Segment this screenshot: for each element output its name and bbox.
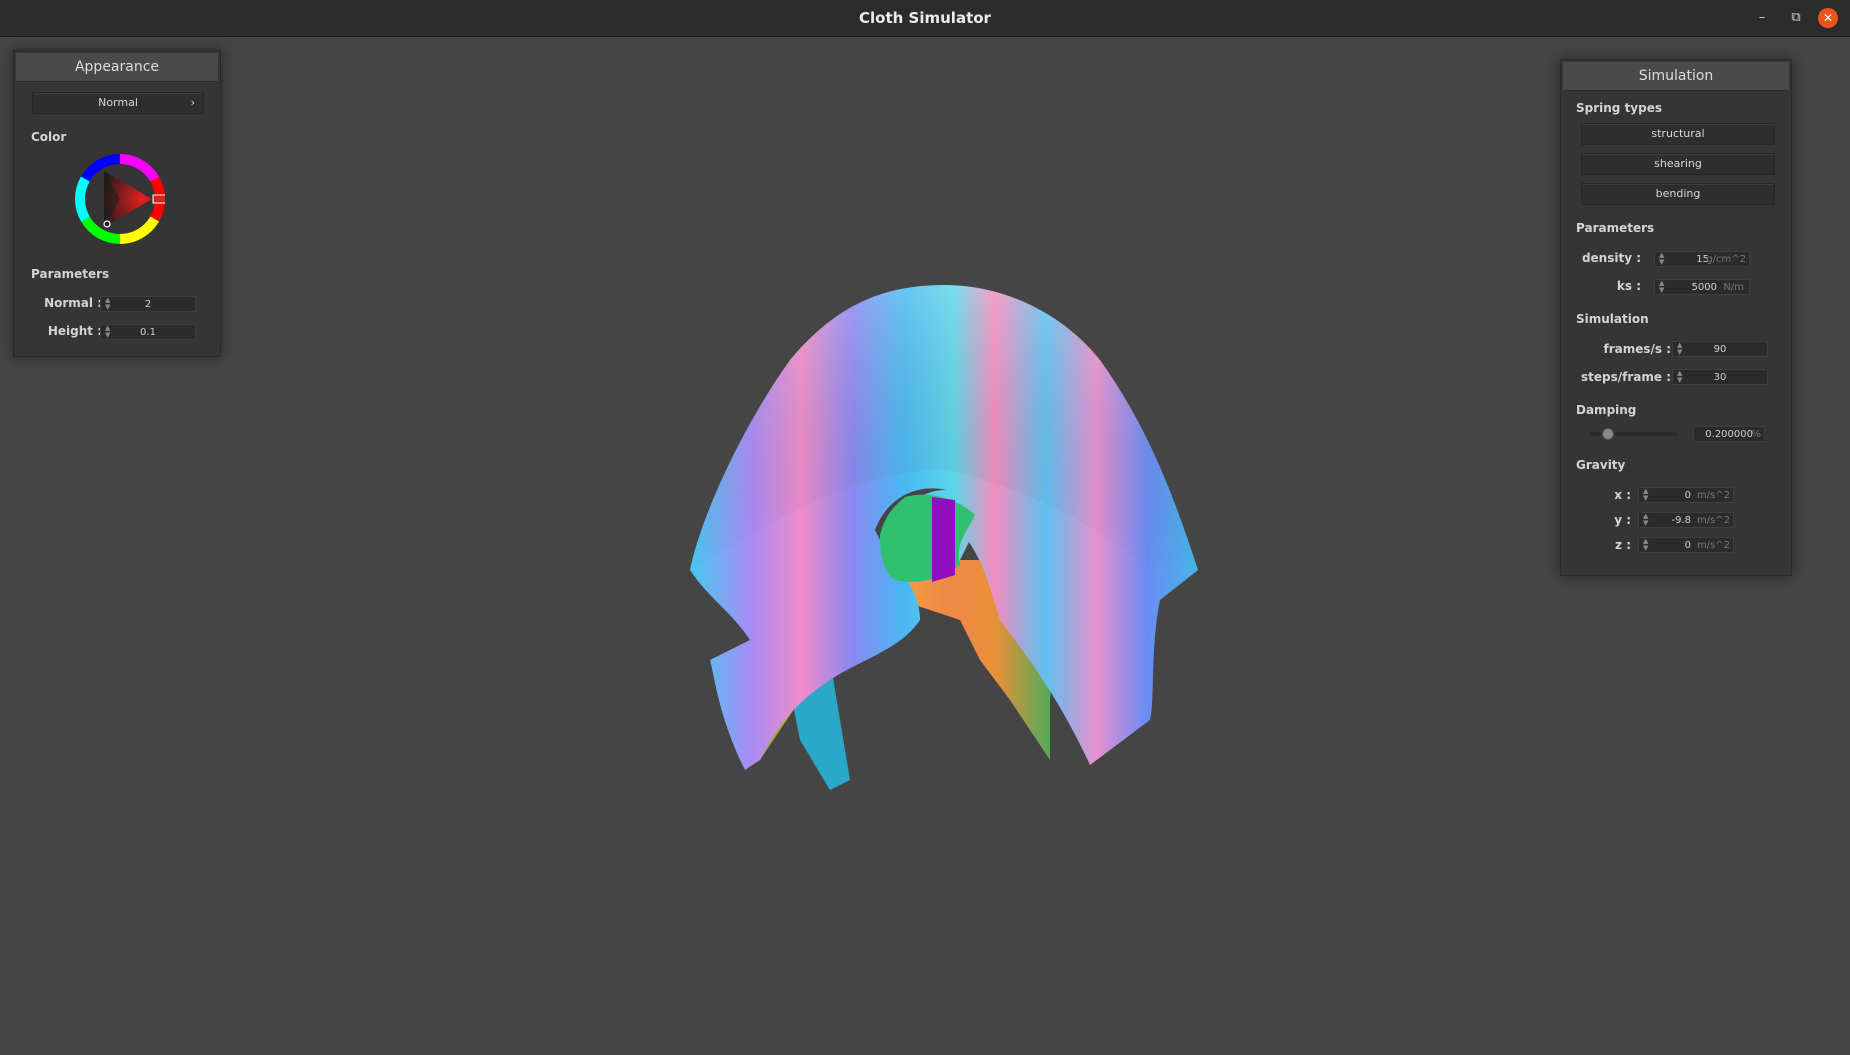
appearance-parameters-label: Parameters	[31, 267, 110, 281]
steps-input[interactable]: ▲ ▼ 30	[1672, 369, 1768, 385]
ks-input[interactable]: ▲ ▼ 5000 N/m	[1654, 279, 1750, 295]
simulation-header[interactable]: Simulation	[1563, 62, 1789, 91]
gravity-x-value: 0	[1684, 490, 1691, 501]
damping-slider-handle[interactable]	[1601, 428, 1614, 440]
chevron-right-icon: ›	[190, 96, 195, 109]
normal-input[interactable]: ▲ ▼ 2	[100, 296, 196, 312]
minimize-icon[interactable]: –	[1752, 8, 1772, 28]
spring-types-label: Spring types	[1576, 101, 1663, 115]
spinner-icon[interactable]: ▲ ▼	[1659, 280, 1664, 294]
gravity-z-input[interactable]: ▲ ▼ 0 m/s^2	[1638, 537, 1734, 553]
gravity-z-unit: m/s^2	[1696, 540, 1730, 551]
gravity-y-input[interactable]: ▲ ▼ -9.8 m/s^2	[1638, 512, 1734, 528]
height-value: 0.1	[140, 327, 156, 338]
simulation-section-label: Simulation	[1576, 312, 1649, 326]
height-label: Height :	[47, 324, 102, 338]
close-icon[interactable]: ✕	[1818, 8, 1838, 28]
density-label: density :	[1581, 251, 1641, 265]
shader-select-label: Normal	[98, 96, 138, 109]
ks-label: ks :	[1616, 279, 1641, 293]
spinner-icon[interactable]: ▲ ▼	[1643, 488, 1648, 502]
color-wheel[interactable]	[75, 154, 168, 244]
damping-label: Damping	[1576, 403, 1637, 417]
steps-label: steps/frame :	[1581, 370, 1671, 384]
gravity-z-label: z :	[1615, 538, 1631, 552]
window-title: Cloth Simulator	[859, 9, 991, 27]
gravity-x-input[interactable]: ▲ ▼ 0 m/s^2	[1638, 487, 1734, 503]
shader-select[interactable]: Normal ›	[32, 92, 204, 114]
appearance-panel: Appearance Normal › Color Parameters Nor…	[13, 50, 221, 357]
normal-label: Normal :	[44, 296, 102, 310]
gravity-y-unit: m/s^2	[1696, 515, 1730, 526]
gravity-x-unit: m/s^2	[1696, 490, 1730, 501]
gravity-label: Gravity	[1576, 458, 1626, 472]
spinner-icon[interactable]: ▲ ▼	[1643, 538, 1648, 552]
color-wheel-graphic	[75, 154, 168, 244]
spinner-icon[interactable]: ▲ ▼	[1643, 513, 1648, 527]
density-input[interactable]: ▲ ▼ 15 g/cm^2	[1654, 251, 1750, 267]
gravity-z-value: 0	[1684, 540, 1691, 551]
fps-value: 90	[1713, 344, 1727, 355]
fps-label: frames/s :	[1603, 342, 1671, 356]
bending-button[interactable]: bending	[1581, 183, 1775, 205]
simulation-panel: Simulation Spring types structural shear…	[1560, 59, 1792, 576]
damping-value: 0.200000	[1705, 429, 1753, 440]
appearance-header[interactable]: Appearance	[16, 53, 218, 82]
simulation-parameters-label: Parameters	[1576, 221, 1655, 235]
height-input[interactable]: ▲ ▼ 0.1	[100, 324, 196, 340]
damping-unit: %	[1751, 429, 1761, 440]
damping-slider[interactable]	[1589, 428, 1677, 440]
density-unit: g/cm^2	[1706, 254, 1746, 265]
title-bar: Cloth Simulator – ⧉ ✕	[0, 0, 1850, 37]
ks-unit: N/m	[1723, 282, 1744, 293]
ks-value: 5000	[1691, 282, 1717, 293]
gravity-x-label: x :	[1614, 488, 1631, 502]
shearing-button[interactable]: shearing	[1581, 153, 1775, 175]
fps-input[interactable]: ▲ ▼ 90	[1672, 341, 1768, 357]
maximize-icon[interactable]: ⧉	[1786, 8, 1806, 28]
spinner-icon[interactable]: ▲ ▼	[1659, 252, 1664, 266]
damping-input[interactable]: 0.200000 %	[1693, 426, 1765, 442]
color-label: Color	[31, 130, 67, 144]
structural-button[interactable]: structural	[1581, 123, 1775, 145]
normal-value: 2	[144, 299, 152, 310]
gravity-y-value: -9.8	[1671, 515, 1691, 526]
gravity-y-label: y :	[1614, 513, 1631, 527]
hue-handle[interactable]	[152, 194, 168, 204]
steps-value: 30	[1713, 372, 1727, 383]
